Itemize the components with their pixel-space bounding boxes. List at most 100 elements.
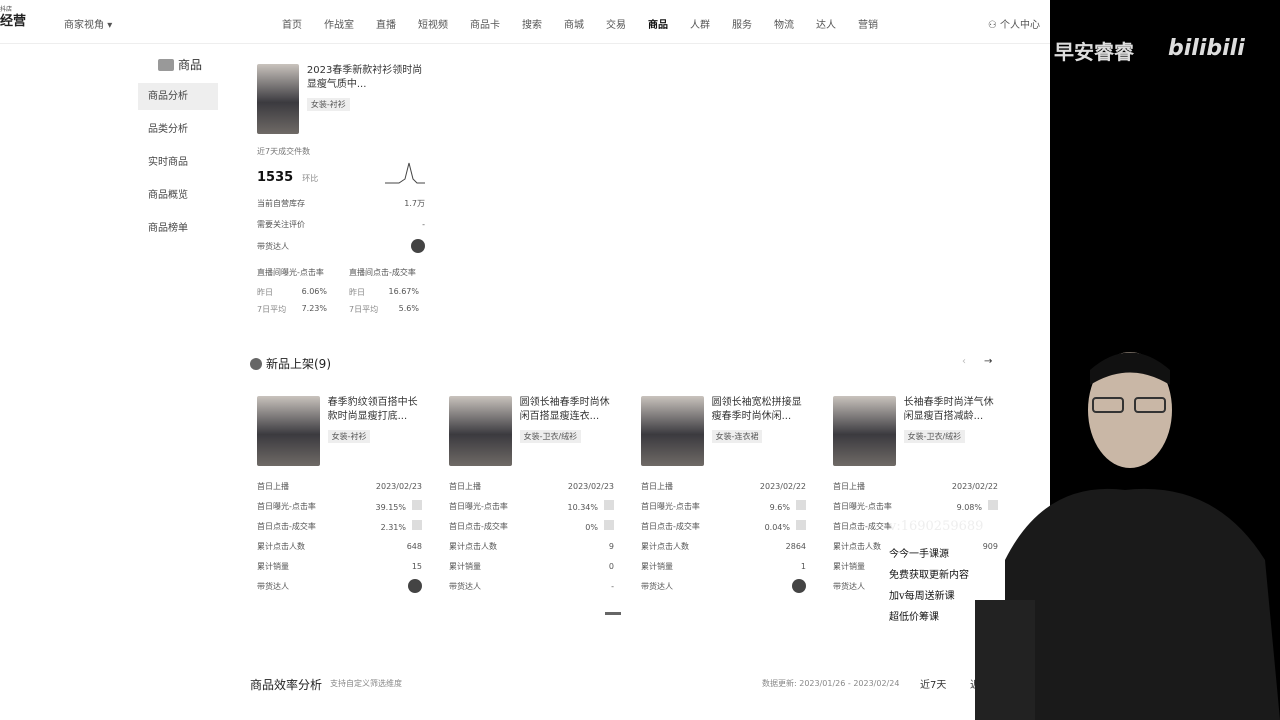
row-label: 首日上播: [257, 481, 289, 491]
avg7-label: 7日平均: [349, 305, 379, 314]
uploader-watermark: 早安睿睿: [1054, 40, 1134, 64]
row-label: 首日曝光-点击率: [449, 501, 508, 511]
row-label: 带货达人: [833, 581, 865, 591]
new-products-title: 新品上架(9): [250, 355, 331, 372]
efficiency-subtitle: 支持自定义筛选维度: [330, 679, 402, 688]
sidebar-item-realtime-products[interactable]: 实时商品: [138, 149, 218, 176]
creator-avatar[interactable]: [408, 579, 422, 593]
nav-live[interactable]: 直播: [376, 16, 396, 31]
sidebar-item-product-overview[interactable]: 商品概览: [138, 182, 218, 209]
chevron-down-icon: ▾: [107, 20, 113, 31]
creator-value: -: [611, 581, 614, 591]
row-label: 累计点击人数: [449, 541, 497, 551]
row-label: 累计销量: [641, 561, 673, 571]
product-box-icon: [158, 58, 174, 71]
units-value: 1535: [257, 170, 294, 185]
nav-war-room[interactable]: 作战室: [324, 16, 354, 31]
product-thumbnail[interactable]: [449, 396, 512, 466]
ctr-yesterday: 6.06%: [301, 287, 327, 296]
row-label: 带货达人: [449, 581, 481, 591]
review-label: 需要关注评价: [257, 219, 305, 229]
new-badge-icon: [250, 357, 262, 370]
nav-mall[interactable]: 商城: [564, 16, 584, 31]
row-label: 首日上播: [641, 481, 673, 491]
cvr-value: 0.04%: [764, 523, 790, 532]
sales-value: 0: [608, 561, 614, 571]
cvr-value: 2.31%: [380, 523, 406, 532]
cvr-yesterday: 16.67%: [388, 287, 419, 296]
top-product-card[interactable]: 2023春季新款衬衫领时尚显瘦气质中... 女装-衬衫 近7天成交件数 1535…: [257, 64, 425, 315]
product-thumbnail[interactable]: [257, 396, 320, 466]
nav-service[interactable]: 服务: [732, 16, 752, 31]
inventory-row: 当前自营库存 1.7万: [257, 193, 425, 213]
nav-short-video[interactable]: 短视频: [418, 16, 448, 31]
row-label: 首日点击-成交率: [449, 521, 508, 531]
nav-products[interactable]: 商品: [648, 16, 668, 31]
clicks-value: 9: [608, 541, 614, 551]
row-label: 带货达人: [641, 581, 673, 591]
launch-date: 2023/02/22: [759, 481, 806, 491]
nav-creators[interactable]: 达人: [816, 16, 836, 31]
promo-line: 加v每周送新课: [889, 591, 955, 602]
nav-search[interactable]: 搜索: [522, 16, 542, 31]
user-center-label: 个人中心: [1000, 20, 1040, 31]
row-label: 首日上播: [833, 481, 865, 491]
category-tag: 女装-衬衫: [327, 430, 371, 443]
info-icon[interactable]: [604, 500, 614, 510]
product-card[interactable]: 圆领长袖宽松拼接显瘦春季时尚休闲... 女装-连衣裙 首日上播 2023/02/2…: [641, 396, 806, 596]
row-label: 首日曝光-点击率: [833, 501, 892, 511]
range-7days-button[interactable]: 近7天: [920, 676, 946, 691]
product-title[interactable]: 春季豹纹领百搭中长款时尚显瘦打底...: [328, 396, 422, 424]
inventory-value: 1.7万: [404, 198, 425, 208]
product-title[interactable]: 圆领长袖宽松拼接显瘦春季时尚休闲...: [712, 396, 806, 424]
product-card[interactable]: 圆领长袖春季时尚休闲百搭显瘦连衣... 女装-卫衣/绒衫 首日上播 2023/02…: [449, 396, 614, 596]
yesterday-label: 昨日: [257, 288, 273, 297]
live-cvr-label: 直播间点击-成交率: [349, 268, 416, 277]
ctr-avg7: 7.23%: [301, 304, 327, 313]
new-products-label: 新品上架(9): [266, 357, 331, 371]
category-tag: 女装-衬衫: [306, 98, 350, 111]
sidebar-item-category-analysis[interactable]: 品类分析: [138, 116, 218, 143]
row-label: 累计点击人数: [257, 541, 305, 551]
row-label: 累计销量: [833, 561, 865, 571]
info-icon[interactable]: [604, 520, 614, 530]
sidebar-item-product-analysis[interactable]: 商品分析: [138, 83, 218, 110]
product-title[interactable]: 2023春季新款衬衫领时尚显瘦气质中...: [307, 64, 425, 92]
user-center[interactable]: ⚇ 个人中心: [988, 16, 1040, 31]
product-thumbnail[interactable]: [641, 396, 704, 466]
product-thumbnail[interactable]: [833, 396, 896, 466]
row-label: 带货达人: [257, 581, 289, 591]
info-icon[interactable]: [796, 520, 806, 530]
change-label: 环比: [302, 174, 319, 183]
creator-avatar[interactable]: [411, 239, 425, 253]
info-icon[interactable]: [412, 500, 422, 510]
nav-audience[interactable]: 人群: [690, 16, 710, 31]
carousel-pager[interactable]: [605, 612, 621, 615]
nav-trade[interactable]: 交易: [606, 16, 626, 31]
top-navbar: 抖店 经营 商家视角 ▾ 首页 作战室 直播 短视频 商品卡 搜索 商城 交易 …: [0, 0, 1050, 44]
sidebar-title: 商品: [178, 58, 203, 72]
nav-logistics[interactable]: 物流: [774, 16, 794, 31]
logo[interactable]: 抖店 经营: [0, 6, 26, 29]
product-card[interactable]: 春季豹纹领百搭中长款时尚显瘦打底... 女装-衬衫 首日上播 2023/02/23…: [257, 396, 422, 596]
product-title[interactable]: 圆领长袖春季时尚休闲百搭显瘦连衣...: [520, 396, 614, 424]
creator-avatar[interactable]: [792, 579, 806, 593]
sidebar-item-product-ranking[interactable]: 商品榜单: [138, 215, 218, 242]
launch-date: 2023/02/23: [375, 481, 422, 491]
info-icon[interactable]: [412, 520, 422, 530]
nav-home[interactable]: 首页: [282, 16, 302, 31]
main-nav: 首页 作战室 直播 短视频 商品卡 搜索 商城 交易 商品 人群 服务 物流 达…: [282, 16, 900, 31]
live-ctr-label: 直播间曝光-点击率: [257, 268, 324, 277]
launch-date: 2023/02/23: [567, 481, 614, 491]
merchant-view-label: 商家视角: [64, 20, 104, 31]
efficiency-date-range: 数据更新: 2023/01/26 - 2023/02/24: [762, 679, 900, 688]
merchant-view-dropdown[interactable]: 商家视角 ▾: [64, 16, 112, 31]
info-icon[interactable]: [796, 500, 806, 510]
promo-line: 免费获取更新内容: [889, 570, 969, 581]
bilibili-logo: bilibili: [1168, 36, 1245, 61]
clicks-value: 2864: [785, 541, 806, 551]
nav-marketing[interactable]: 营销: [858, 16, 878, 31]
nav-product-card[interactable]: 商品卡: [470, 16, 500, 31]
product-thumbnail[interactable]: [257, 64, 299, 134]
ctr-value: 10.34%: [567, 503, 598, 512]
